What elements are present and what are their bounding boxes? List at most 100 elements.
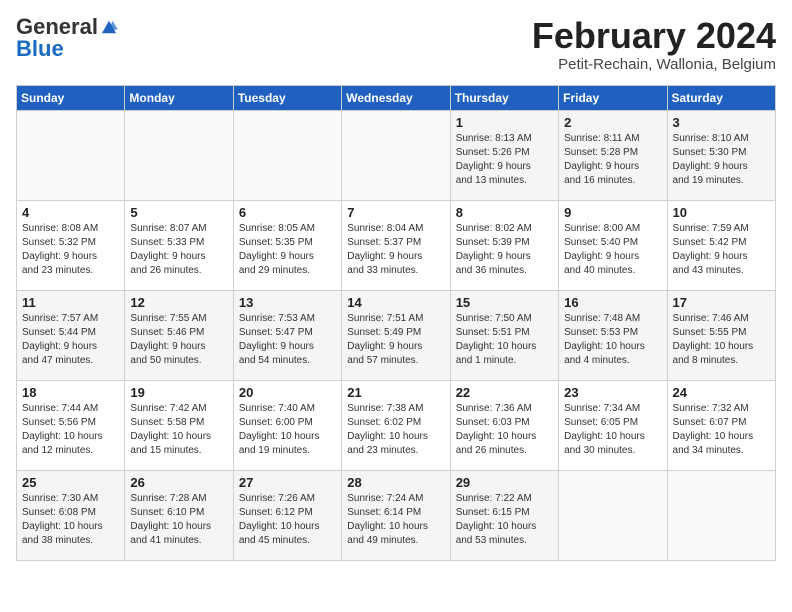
- calendar-week-row: 18 Sunrise: 7:44 AM Sunset: 5:56 PM Dayli…: [17, 380, 776, 470]
- day-number: 6: [239, 205, 336, 220]
- calendar-week-row: 25Sunrise: 7:30 AM Sunset: 6:08 PM Dayli…: [17, 470, 776, 560]
- calendar-cell: 28 Sunrise: 7:24 AM Sunset: 6:14 PM Dayli…: [342, 470, 450, 560]
- day-number: 13: [239, 295, 336, 310]
- cell-content: Sunrise: 7:40 AM Sunset: 6:00 PM Dayligh…: [239, 402, 336, 458]
- day-number: 14: [347, 295, 444, 310]
- logo-blue-text: Blue: [16, 38, 64, 60]
- day-number: 17: [673, 295, 770, 310]
- calendar-cell: 7Sunrise: 8:04 AM Sunset: 5:37 PM Daylig…: [342, 200, 450, 290]
- day-number: 22: [456, 385, 553, 400]
- calendar-body: 1Sunrise: 8:13 AM Sunset: 5:26 PM Daylig…: [17, 110, 776, 560]
- day-header-sunday: Sunday: [17, 85, 125, 110]
- cell-content: Sunrise: 8:02 AM Sunset: 5:39 PM Dayligh…: [456, 222, 553, 278]
- calendar-cell: 12 Sunrise: 7:55 AM Sunset: 5:46 PM Dayli…: [125, 290, 233, 380]
- calendar-cell: 21 Sunrise: 7:38 AM Sunset: 6:02 PM Dayli…: [342, 380, 450, 470]
- day-header-friday: Friday: [559, 85, 667, 110]
- logo-icon: [100, 19, 118, 35]
- day-header-thursday: Thursday: [450, 85, 558, 110]
- cell-content: Sunrise: 7:30 AM Sunset: 6:08 PM Dayligh…: [22, 492, 119, 548]
- day-number: 7: [347, 205, 444, 220]
- calendar-cell: 8 Sunrise: 8:02 AM Sunset: 5:39 PM Daylig…: [450, 200, 558, 290]
- day-header-saturday: Saturday: [667, 85, 775, 110]
- cell-content: Sunrise: 7:34 AM Sunset: 6:05 PM Dayligh…: [564, 402, 661, 458]
- cell-content: Sunrise: 7:28 AM Sunset: 6:10 PM Dayligh…: [130, 492, 227, 548]
- day-number: 2: [564, 115, 661, 130]
- calendar-cell: 17 Sunrise: 7:46 AM Sunset: 5:55 PM Dayli…: [667, 290, 775, 380]
- cell-content: Sunrise: 7:48 AM Sunset: 5:53 PM Dayligh…: [564, 312, 661, 368]
- calendar-cell: [125, 110, 233, 200]
- day-number: 5: [130, 205, 227, 220]
- cell-content: Sunrise: 7:42 AM Sunset: 5:58 PM Dayligh…: [130, 402, 227, 458]
- calendar-cell: 6 Sunrise: 8:05 AM Sunset: 5:35 PM Daylig…: [233, 200, 341, 290]
- calendar-week-row: 4 Sunrise: 8:08 AM Sunset: 5:32 PM Daylig…: [17, 200, 776, 290]
- day-number: 23: [564, 385, 661, 400]
- day-header-monday: Monday: [125, 85, 233, 110]
- calendar-cell: 13 Sunrise: 7:53 AM Sunset: 5:47 PM Dayli…: [233, 290, 341, 380]
- calendar-cell: 15Sunrise: 7:50 AM Sunset: 5:51 PM Dayli…: [450, 290, 558, 380]
- calendar-cell: 20Sunrise: 7:40 AM Sunset: 6:00 PM Dayli…: [233, 380, 341, 470]
- day-number: 18: [22, 385, 119, 400]
- logo: General Blue: [16, 16, 118, 60]
- calendar-cell: [559, 470, 667, 560]
- cell-content: Sunrise: 7:46 AM Sunset: 5:55 PM Dayligh…: [673, 312, 770, 368]
- day-number: 11: [22, 295, 119, 310]
- cell-content: Sunrise: 8:00 AM Sunset: 5:40 PM Dayligh…: [564, 222, 661, 278]
- cell-content: Sunrise: 7:53 AM Sunset: 5:47 PM Dayligh…: [239, 312, 336, 368]
- day-number: 4: [22, 205, 119, 220]
- cell-content: Sunrise: 7:22 AM Sunset: 6:15 PM Dayligh…: [456, 492, 553, 548]
- logo-general-text: General: [16, 16, 98, 38]
- calendar-header-row: SundayMondayTuesdayWednesdayThursdayFrid…: [17, 85, 776, 110]
- month-title: February 2024: [532, 16, 776, 56]
- day-number: 24: [673, 385, 770, 400]
- cell-content: Sunrise: 7:55 AM Sunset: 5:46 PM Dayligh…: [130, 312, 227, 368]
- cell-content: Sunrise: 8:11 AM Sunset: 5:28 PM Dayligh…: [564, 132, 661, 188]
- calendar-cell: 16 Sunrise: 7:48 AM Sunset: 5:53 PM Dayli…: [559, 290, 667, 380]
- cell-content: Sunrise: 8:08 AM Sunset: 5:32 PM Dayligh…: [22, 222, 119, 278]
- calendar-cell: 18 Sunrise: 7:44 AM Sunset: 5:56 PM Dayli…: [17, 380, 125, 470]
- calendar-week-row: 11Sunrise: 7:57 AM Sunset: 5:44 PM Dayli…: [17, 290, 776, 380]
- day-number: 29: [456, 475, 553, 490]
- cell-content: Sunrise: 7:36 AM Sunset: 6:03 PM Dayligh…: [456, 402, 553, 458]
- day-number: 28: [347, 475, 444, 490]
- calendar-cell: 19 Sunrise: 7:42 AM Sunset: 5:58 PM Dayli…: [125, 380, 233, 470]
- calendar-cell: [233, 110, 341, 200]
- calendar-cell: 25Sunrise: 7:30 AM Sunset: 6:08 PM Dayli…: [17, 470, 125, 560]
- cell-content: Sunrise: 7:59 AM Sunset: 5:42 PM Dayligh…: [673, 222, 770, 278]
- calendar-cell: 22 Sunrise: 7:36 AM Sunset: 6:03 PM Dayli…: [450, 380, 558, 470]
- calendar-cell: 23 Sunrise: 7:34 AM Sunset: 6:05 PM Dayli…: [559, 380, 667, 470]
- calendar-cell: 10 Sunrise: 7:59 AM Sunset: 5:42 PM Dayli…: [667, 200, 775, 290]
- calendar-cell: 9Sunrise: 8:00 AM Sunset: 5:40 PM Daylig…: [559, 200, 667, 290]
- calendar-cell: [17, 110, 125, 200]
- day-number: 10: [673, 205, 770, 220]
- day-number: 27: [239, 475, 336, 490]
- calendar-table: SundayMondayTuesdayWednesdayThursdayFrid…: [16, 85, 776, 561]
- cell-content: Sunrise: 7:44 AM Sunset: 5:56 PM Dayligh…: [22, 402, 119, 458]
- day-number: 3: [673, 115, 770, 130]
- calendar-cell: 1Sunrise: 8:13 AM Sunset: 5:26 PM Daylig…: [450, 110, 558, 200]
- calendar-cell: 4 Sunrise: 8:08 AM Sunset: 5:32 PM Daylig…: [17, 200, 125, 290]
- calendar-cell: 24Sunrise: 7:32 AM Sunset: 6:07 PM Dayli…: [667, 380, 775, 470]
- day-header-tuesday: Tuesday: [233, 85, 341, 110]
- day-number: 12: [130, 295, 227, 310]
- day-number: 8: [456, 205, 553, 220]
- calendar-cell: [342, 110, 450, 200]
- cell-content: Sunrise: 7:50 AM Sunset: 5:51 PM Dayligh…: [456, 312, 553, 368]
- cell-content: Sunrise: 8:05 AM Sunset: 5:35 PM Dayligh…: [239, 222, 336, 278]
- cell-content: Sunrise: 7:24 AM Sunset: 6:14 PM Dayligh…: [347, 492, 444, 548]
- calendar-cell: 5 Sunrise: 8:07 AM Sunset: 5:33 PM Daylig…: [125, 200, 233, 290]
- day-number: 21: [347, 385, 444, 400]
- calendar-cell: 14 Sunrise: 7:51 AM Sunset: 5:49 PM Dayli…: [342, 290, 450, 380]
- cell-content: Sunrise: 8:07 AM Sunset: 5:33 PM Dayligh…: [130, 222, 227, 278]
- calendar-cell: [667, 470, 775, 560]
- cell-content: Sunrise: 8:10 AM Sunset: 5:30 PM Dayligh…: [673, 132, 770, 188]
- cell-content: Sunrise: 7:38 AM Sunset: 6:02 PM Dayligh…: [347, 402, 444, 458]
- day-number: 19: [130, 385, 227, 400]
- calendar-cell: 27 Sunrise: 7:26 AM Sunset: 6:12 PM Dayli…: [233, 470, 341, 560]
- calendar-cell: 26Sunrise: 7:28 AM Sunset: 6:10 PM Dayli…: [125, 470, 233, 560]
- location-title: Petit-Rechain, Wallonia, Belgium: [532, 56, 776, 73]
- title-area: February 2024 Petit-Rechain, Wallonia, B…: [532, 16, 776, 73]
- cell-content: Sunrise: 7:51 AM Sunset: 5:49 PM Dayligh…: [347, 312, 444, 368]
- day-number: 16: [564, 295, 661, 310]
- cell-content: Sunrise: 7:26 AM Sunset: 6:12 PM Dayligh…: [239, 492, 336, 548]
- cell-content: Sunrise: 8:13 AM Sunset: 5:26 PM Dayligh…: [456, 132, 553, 188]
